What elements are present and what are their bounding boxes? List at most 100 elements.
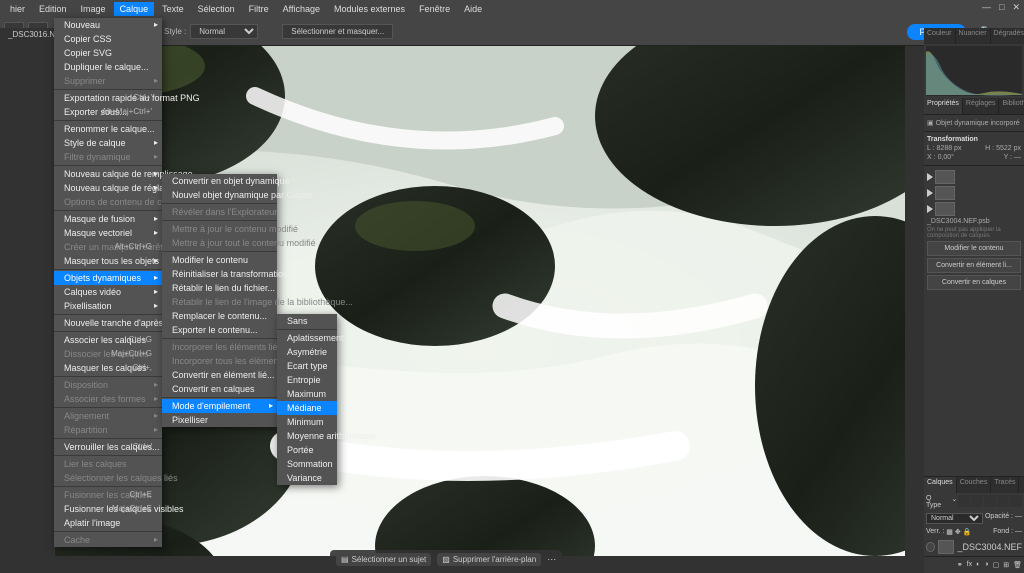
menu-item[interactable]: Associer les calquesCtrl+G — [54, 333, 162, 347]
menu-item[interactable]: Nouveau calque de réglage — [54, 181, 162, 195]
menu-item[interactable]: Calques vidéo — [54, 285, 162, 299]
menu-item[interactable]: Copier CSS — [54, 32, 162, 46]
menu-item[interactable]: Style de calque — [54, 136, 162, 150]
menu-item[interactable]: Modifier le contenu — [162, 253, 277, 267]
tab-dégradés[interactable]: Dégradés — [991, 28, 1024, 44]
menu-item[interactable]: Masquer tous les objets — [54, 254, 162, 268]
menu-item[interactable]: Fusionner les calques visiblesMaj+Ctrl+E — [54, 502, 162, 516]
layer-thumbnail[interactable] — [935, 186, 955, 200]
menu-item[interactable]: Nouveau — [54, 18, 162, 32]
filter-smart-icon[interactable] — [1010, 495, 1022, 507]
expand-arrow-icon[interactable] — [927, 205, 933, 213]
remove-background-button[interactable]: ▨Supprimer l'arrière-plan — [437, 553, 541, 566]
select-and-mask-button[interactable]: Sélectionner et masquer... — [282, 24, 393, 39]
menu-image[interactable]: Image — [75, 2, 112, 16]
maximize-icon[interactable]: □ — [999, 2, 1004, 13]
menu-modules externes[interactable]: Modules externes — [328, 2, 411, 16]
lock-pos-icon[interactable]: ✥ — [955, 528, 961, 536]
transform-header[interactable]: Transformation — [927, 135, 1021, 144]
menu-item[interactable]: Sans — [277, 314, 337, 328]
menu-item[interactable]: Pixelliser — [162, 413, 277, 427]
layer-name[interactable]: _DSC3004.NEF — [957, 542, 1022, 552]
tab-réglages[interactable]: Réglages — [963, 98, 1000, 114]
edit-contents-button[interactable]: Modifier le contenu — [927, 241, 1021, 256]
menu-item[interactable]: Nouvel objet dynamique par Copier — [162, 188, 277, 202]
new-layer-icon[interactable]: ⊞ — [1003, 561, 1009, 569]
tab-nuancier[interactable]: Nuancier — [956, 28, 991, 44]
menu-item[interactable]: Ecart type — [277, 359, 337, 373]
more-icon[interactable]: ⋯ — [547, 554, 556, 565]
menu-item[interactable]: Maximum — [277, 387, 337, 401]
blend-mode-select[interactable]: Normal — [926, 513, 983, 524]
menu-aide[interactable]: Aide — [458, 2, 488, 16]
expand-arrow-icon[interactable] — [927, 173, 933, 181]
minimize-icon[interactable]: — — [982, 2, 991, 13]
layer-thumbnail[interactable] — [938, 540, 955, 554]
menu-item[interactable]: Verrouiller les calques...Ctrl+/ — [54, 440, 162, 454]
layer-thumbnail[interactable] — [935, 202, 955, 216]
menu-item[interactable]: Entropie — [277, 373, 337, 387]
convert-layers-button[interactable]: Convertir en calques — [927, 275, 1021, 290]
menu-item[interactable]: Médiane — [277, 401, 337, 415]
menu-item[interactable]: Convertir en calques — [162, 382, 277, 396]
filter-text-icon[interactable] — [984, 495, 996, 507]
menu-item[interactable]: Nouvelle tranche d'après un calque — [54, 316, 162, 330]
menu-hier[interactable]: hier — [4, 2, 31, 16]
menu-fenêtre[interactable]: Fenêtre — [413, 2, 456, 16]
filter-pixel-icon[interactable] — [958, 495, 970, 507]
menu-item[interactable]: Convertir en objet dynamique — [162, 174, 277, 188]
menu-item[interactable]: Masquer les calquesCtrl+, — [54, 361, 162, 375]
menu-item[interactable]: Exporter le contenu... — [162, 323, 277, 337]
menu-item[interactable]: Asymétrie — [277, 345, 337, 359]
adjustment-icon[interactable]: ◑ — [984, 561, 988, 569]
select-subject-button[interactable]: ▤Sélectionner un sujet — [336, 553, 431, 566]
tab-couleur[interactable]: Couleur — [924, 28, 956, 44]
menu-item[interactable]: Aplatir l'image — [54, 516, 162, 530]
menu-item[interactable]: Pixellisation — [54, 299, 162, 313]
mask-icon[interactable]: ◐ — [976, 561, 980, 569]
filter-type[interactable]: Q Type — [926, 495, 948, 509]
menu-texte[interactable]: Texte — [156, 2, 190, 16]
menu-affichage[interactable]: Affichage — [277, 2, 326, 16]
tab-bibliothèques[interactable]: Bibliothèques — [999, 98, 1024, 114]
menu-item[interactable]: Mode d'empilement — [162, 399, 277, 413]
tab-tracés[interactable]: Tracés — [991, 477, 1019, 493]
filter-adjust-icon[interactable] — [971, 495, 983, 507]
visibility-icon[interactable] — [926, 542, 935, 552]
menu-item[interactable]: Convertir en élément lié... — [162, 368, 277, 382]
menu-sélection[interactable]: Sélection — [192, 2, 241, 16]
menu-item[interactable]: Aplatissement — [277, 331, 337, 345]
tab-calques[interactable]: Calques — [924, 477, 957, 493]
lock-icon[interactable]: ▦ — [946, 528, 953, 536]
link-icon[interactable]: ⚭ — [957, 561, 963, 569]
layer-thumbnail[interactable] — [935, 170, 955, 184]
menu-item[interactable]: Masque vectoriel — [54, 226, 162, 240]
tab-couches[interactable]: Couches — [957, 477, 992, 493]
menu-item[interactable]: Moyenne arithmétique — [277, 429, 337, 443]
menu-item[interactable]: Variance — [277, 471, 337, 485]
menu-item[interactable]: Remplacer le contenu... — [162, 309, 277, 323]
convert-linked-button[interactable]: Convertir en élément li... — [927, 258, 1021, 273]
menu-item[interactable]: Minimum — [277, 415, 337, 429]
menu-filtre[interactable]: Filtre — [243, 2, 275, 16]
menu-item[interactable]: Copier SVG — [54, 46, 162, 60]
layer-row[interactable]: _DSC3004.NEF — [924, 538, 1024, 556]
filter-shape-icon[interactable] — [997, 495, 1009, 507]
close-icon[interactable]: ✕ — [1012, 2, 1020, 13]
menu-item[interactable]: Renommer le calque... — [54, 122, 162, 136]
menu-item[interactable]: Dupliquer le calque... — [54, 60, 162, 74]
menu-calque[interactable]: Calque — [114, 2, 155, 16]
folder-icon[interactable]: ▢ — [993, 561, 1000, 569]
menu-item[interactable]: Rétablir le lien du fichier... — [162, 281, 277, 295]
fx-icon[interactable]: fx — [967, 561, 972, 569]
trash-icon[interactable]: 🗑 — [1013, 561, 1022, 569]
tab-propriétés[interactable]: Propriétés — [924, 98, 963, 114]
menu-item[interactable]: Portée — [277, 443, 337, 457]
menu-item[interactable]: Réinitialiser la transformation — [162, 267, 277, 281]
style-select[interactable]: Normal — [190, 24, 258, 39]
menu-item[interactable]: Masque de fusion — [54, 212, 162, 226]
linked-doc[interactable]: _DSC3004.NEF.psb — [927, 217, 1021, 226]
lock-all-icon[interactable]: 🔒 — [963, 528, 972, 536]
menu-item[interactable]: Objets dynamiques — [54, 271, 162, 285]
menu-item[interactable]: Exportation rapide au format PNGCtrl+' — [54, 91, 162, 105]
